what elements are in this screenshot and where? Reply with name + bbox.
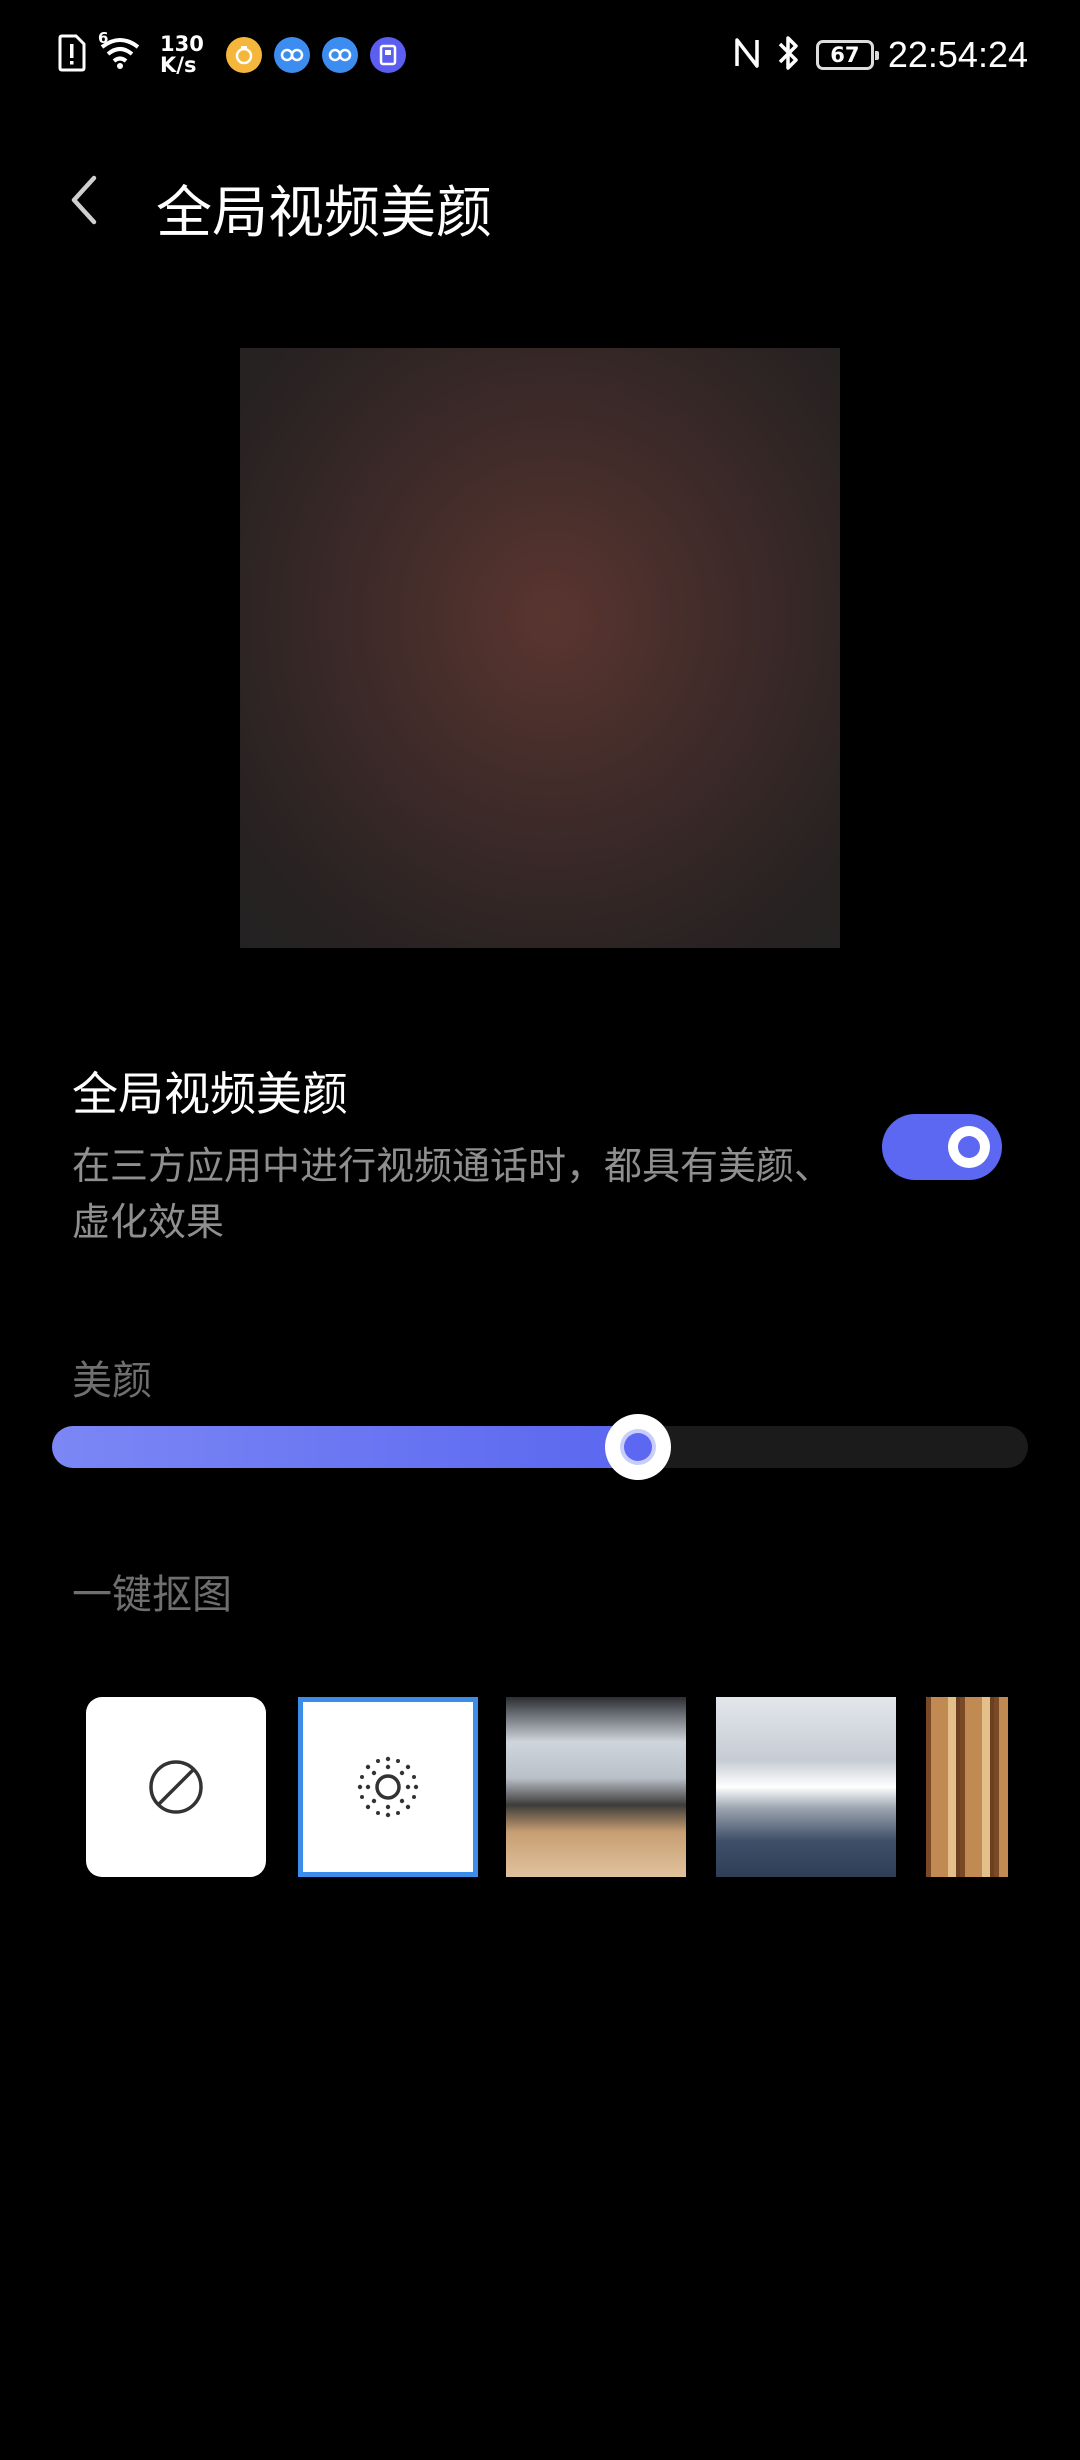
status-bar: 6 130 K/s 67 22:54:24 <box>0 0 1080 110</box>
background-options-row <box>86 1697 1008 1879</box>
wifi-generation-label: 6 <box>98 29 109 47</box>
setting-description: 在三方应用中进行视频通话时，都具有美颜、虚化效果 <box>72 1144 833 1244</box>
camera-preview <box>240 348 840 948</box>
background-none-option[interactable] <box>86 1697 266 1877</box>
network-speed-unit: K/s <box>160 53 197 77</box>
chevron-left-icon <box>71 175 97 225</box>
title-bar: 全局视频美颜 <box>0 150 1080 250</box>
wifi-icon: 6 <box>98 29 142 75</box>
slider-thumb[interactable] <box>605 1414 671 1480</box>
sim-alert-icon <box>56 34 86 76</box>
infinity-app-icon <box>273 37 310 73</box>
app-notification-yellow-icon <box>225 37 262 73</box>
background-section-label: 一键抠图 <box>72 1572 232 1618</box>
background-meeting-room-option[interactable] <box>506 1697 686 1877</box>
notes-app-icon <box>369 37 406 73</box>
background-blur-option[interactable] <box>298 1697 478 1877</box>
blur-icon <box>357 1756 419 1818</box>
prohibited-icon <box>149 1760 203 1814</box>
battery-indicator: 67 <box>815 40 879 70</box>
status-clock: 22:54:24 <box>887 34 1028 75</box>
battery-level: 67 <box>830 43 860 67</box>
status-left: 6 130 K/s <box>56 29 406 80</box>
beauty-toggle-switch[interactable] <box>882 1114 1002 1180</box>
infinity-app-icon-2 <box>321 37 358 73</box>
toggle-knob <box>948 1126 990 1168</box>
beauty-slider[interactable] <box>52 1414 1028 1480</box>
bluetooth-icon <box>776 34 802 76</box>
beauty-slider-label: 美颜 <box>72 1358 152 1404</box>
network-speed: 130 K/s <box>160 34 204 76</box>
background-office-option[interactable] <box>716 1697 896 1877</box>
slider-fill <box>52 1426 638 1468</box>
status-right: 67 22:54:24 <box>732 30 1028 80</box>
beauty-setting-item: 全局视频美颜 在三方应用中进行视频通话时，都具有美颜、虚化效果 <box>72 1058 892 1250</box>
page-title: 全局视频美颜 <box>156 181 492 246</box>
back-button[interactable] <box>60 172 110 228</box>
background-bookshelf-option[interactable] <box>926 1697 1008 1877</box>
nfc-icon <box>732 36 762 74</box>
setting-title: 全局视频美颜 <box>72 1067 348 1121</box>
network-speed-value: 130 <box>160 32 204 56</box>
